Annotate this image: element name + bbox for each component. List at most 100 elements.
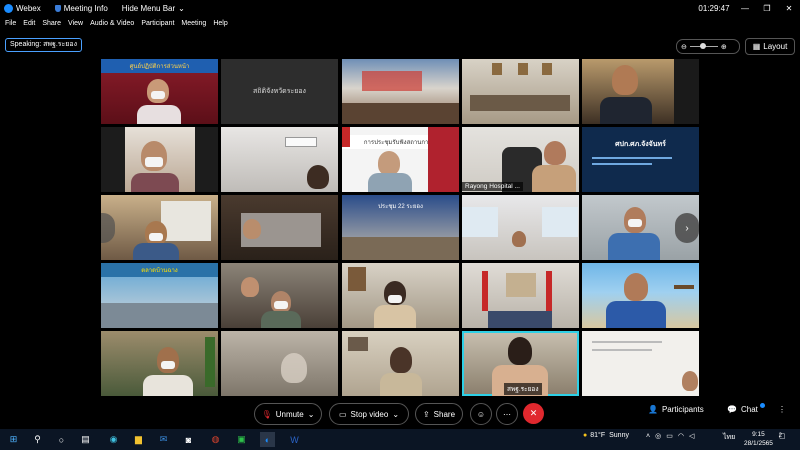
volume-icon[interactable]: ◁ <box>689 432 694 440</box>
meeting-info-button[interactable]: Meeting Info <box>54 4 108 13</box>
chat-bubble-icon: 💬 <box>727 405 737 414</box>
weather-temp: 81°F <box>590 432 606 439</box>
vertical-ellipsis-icon: ⋮ <box>778 405 786 414</box>
chevron-down-icon[interactable]: ⌄ <box>308 410 315 419</box>
task-view-icon[interactable]: ▤ <box>78 432 93 447</box>
menu-edit[interactable]: Edit <box>23 20 35 27</box>
language-indicator[interactable]: ไทย <box>723 432 735 443</box>
video-tile[interactable]: ศูนย์ปฏิบัติการส่วนหน้า <box>101 59 218 124</box>
share-screen-icon: ⇪ <box>422 409 430 419</box>
tile-banner: ตลาดบ้านฉาง <box>101 263 218 277</box>
video-tile[interactable] <box>221 195 338 260</box>
tile-banner: ศูนย์ปฏิบัติการส่วนหน้า <box>101 59 218 73</box>
video-tile[interactable]: การประชุมรับฟังสถานการณ์ <box>342 127 459 192</box>
chevron-right-icon: › <box>685 222 689 234</box>
mail-icon[interactable]: ✉ <box>156 432 171 447</box>
search-icon[interactable]: ⚲ <box>30 432 45 447</box>
next-page-button[interactable]: › <box>675 213 699 243</box>
file-explorer-icon[interactable]: ▆ <box>131 432 146 447</box>
wifi-icon[interactable]: ◠ <box>678 432 684 440</box>
cortana-icon[interactable]: ○ <box>54 432 69 447</box>
participants-button[interactable]: 👤 Participants <box>648 405 704 414</box>
layout-grid-icon: ▦ <box>752 42 761 51</box>
notification-count: 2 <box>778 433 782 439</box>
video-tile[interactable] <box>582 331 699 396</box>
menu-audio-video[interactable]: Audio & Video <box>90 20 134 27</box>
people-icon: 👤 <box>648 405 658 414</box>
line-app-icon[interactable]: ▣ <box>234 432 249 447</box>
tile-banner: ศปก.ศภ.จังจันทร์ <box>615 140 666 148</box>
chat-button[interactable]: 💬 Chat <box>727 405 758 414</box>
menu-participant[interactable]: Participant <box>141 20 174 27</box>
zoom-slider[interactable]: ⊖ ⊕ <box>676 39 740 54</box>
camera-app-icon[interactable]: ◙ <box>181 432 196 447</box>
video-tile[interactable] <box>221 127 338 192</box>
video-tile[interactable] <box>101 331 218 396</box>
video-tile[interactable] <box>342 263 459 328</box>
video-tile[interactable] <box>342 331 459 396</box>
restore-icon[interactable]: ❐ <box>756 4 778 13</box>
share-button[interactable]: ⇪ Share <box>415 403 463 425</box>
minimize-icon[interactable]: — <box>734 4 756 13</box>
notifications-button[interactable]: ▢ 2 <box>778 432 786 440</box>
smiley-icon: ☺ <box>476 409 486 419</box>
clock[interactable]: 9:15 28/1/2565 <box>744 430 773 448</box>
video-tile[interactable] <box>582 59 699 124</box>
unmute-button[interactable]: 🎙 Unmute ⌄ <box>254 403 322 425</box>
video-tile[interactable]: Rayong Hospital ... <box>462 127 579 192</box>
chevron-up-icon[interactable]: ˄ <box>646 433 650 440</box>
mic-muted-icon: 🎙 <box>261 409 272 419</box>
video-tile[interactable] <box>221 263 338 328</box>
chat-label: Chat <box>740 405 758 414</box>
video-tile[interactable]: ศปก.ศภ.จังจันทร์ <box>582 127 699 192</box>
chevron-down-icon: ⌄ <box>178 3 185 13</box>
video-tile[interactable]: ตลาดบ้านฉาง <box>101 263 218 328</box>
menu-view[interactable]: View <box>68 20 83 27</box>
video-tile[interactable]: สถิติจังหวัดระยอง <box>221 59 338 124</box>
webex-taskbar-icon[interactable]: ◐ <box>260 432 275 447</box>
reactions-button[interactable]: ☺ <box>470 403 492 425</box>
participant-name-label: สพฐ.ระยอง <box>504 383 542 395</box>
speaking-indicator: Speaking: สพฐ.ระยอง <box>5 38 83 52</box>
meeting-timer: 01:29:47 <box>698 3 730 13</box>
network-icon[interactable]: ▭ <box>666 432 673 440</box>
video-tile[interactable] <box>101 127 218 192</box>
zoom-knob[interactable] <box>699 43 706 49</box>
edge-browser-icon[interactable]: ◉ <box>106 432 121 447</box>
video-tile[interactable] <box>462 59 579 124</box>
close-icon: ✕ <box>529 408 538 418</box>
menu-help[interactable]: Help <box>213 20 227 27</box>
more-options-button[interactable]: ⋯ <box>496 403 518 425</box>
video-camera-icon: ▭ <box>338 409 347 419</box>
zoom-in-icon[interactable]: ⊕ <box>721 43 727 51</box>
hide-menu-bar-button[interactable]: Hide Menu Bar ⌄ <box>122 4 185 13</box>
zoom-track[interactable] <box>689 43 718 49</box>
chevron-down-icon[interactable]: ⌄ <box>392 410 399 419</box>
video-tile[interactable] <box>462 195 579 260</box>
video-tile[interactable] <box>342 59 459 124</box>
webex-tray-icon[interactable]: ◎ <box>655 432 661 440</box>
menu-share[interactable]: Share <box>42 20 61 27</box>
close-icon[interactable]: ✕ <box>778 4 800 13</box>
weather-widget[interactable]: ● 81°F Sunny <box>583 432 629 439</box>
zoom-out-icon[interactable]: ⊖ <box>681 43 687 51</box>
video-tile[interactable] <box>462 263 579 328</box>
more-panels-button[interactable]: ⋮ <box>778 405 786 414</box>
menu-meeting[interactable]: Meeting <box>181 20 206 27</box>
video-tile[interactable] <box>582 263 699 328</box>
stop-video-button[interactable]: ▭ Stop video ⌄ <box>329 403 409 425</box>
layout-button[interactable]: ▦ Layout <box>745 38 795 55</box>
webex-logo-icon <box>4 3 13 13</box>
video-tile-active-speaker[interactable]: สพฐ.ระยอง <box>462 331 579 396</box>
participant-name-text: สถิติจังหวัดระยอง <box>253 88 306 95</box>
video-tile[interactable] <box>221 331 338 396</box>
windows-start-icon[interactable]: ⊞ <box>6 432 21 447</box>
word-icon[interactable]: W <box>287 432 302 447</box>
video-tile[interactable] <box>101 195 218 260</box>
video-tile[interactable]: ประชุม 22 ระยอง <box>342 195 459 260</box>
chrome-icon[interactable]: ◍ <box>208 432 223 447</box>
menu-file[interactable]: File <box>5 20 16 27</box>
clock-date: 28/1/2565 <box>744 440 773 447</box>
participants-label: Participants <box>661 405 704 414</box>
end-meeting-button[interactable]: ✕ <box>523 403 544 424</box>
